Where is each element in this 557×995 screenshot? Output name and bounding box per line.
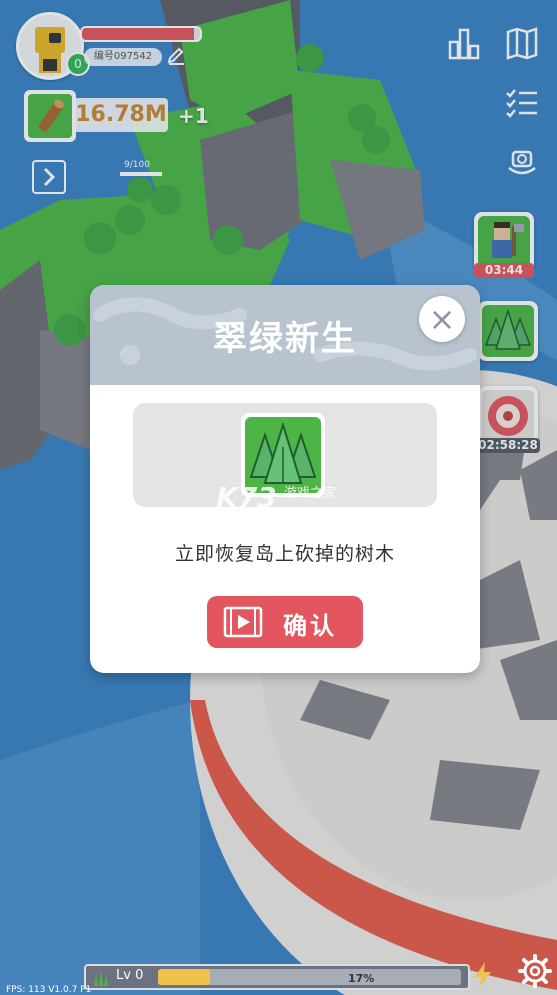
bolt-icon[interactable] <box>472 962 494 988</box>
fps-label: FPS: 113 V1.0.7 P1 <box>6 985 92 995</box>
confirm-label: 确认 <box>283 612 337 640</box>
level-progress-bar: Lv 0 17% <box>84 964 470 990</box>
video-icon <box>223 606 263 638</box>
watermark-logo: K73 <box>216 481 277 514</box>
close-button[interactable]: × <box>419 296 465 342</box>
level-progress-fill <box>158 969 210 985</box>
gear-icon[interactable] <box>518 954 552 988</box>
dialog-green-renewal: 翠绿新生 K73 游戏之家 立即恢复岛上砍掉的树木 确认 <box>90 285 480 673</box>
dialog-description: 立即恢复岛上砍掉的树木 <box>174 543 395 565</box>
dialog-header: 翠绿新生 <box>90 285 480 385</box>
grass-icon <box>94 970 108 986</box>
watermark-sub: 游戏之家 <box>284 486 337 501</box>
level-label: Lv 0 <box>116 968 144 983</box>
level-progress-percent: 17% <box>348 972 375 985</box>
level-progress-track: 17% <box>158 969 461 985</box>
confirm-button[interactable]: 确认 <box>207 596 363 648</box>
